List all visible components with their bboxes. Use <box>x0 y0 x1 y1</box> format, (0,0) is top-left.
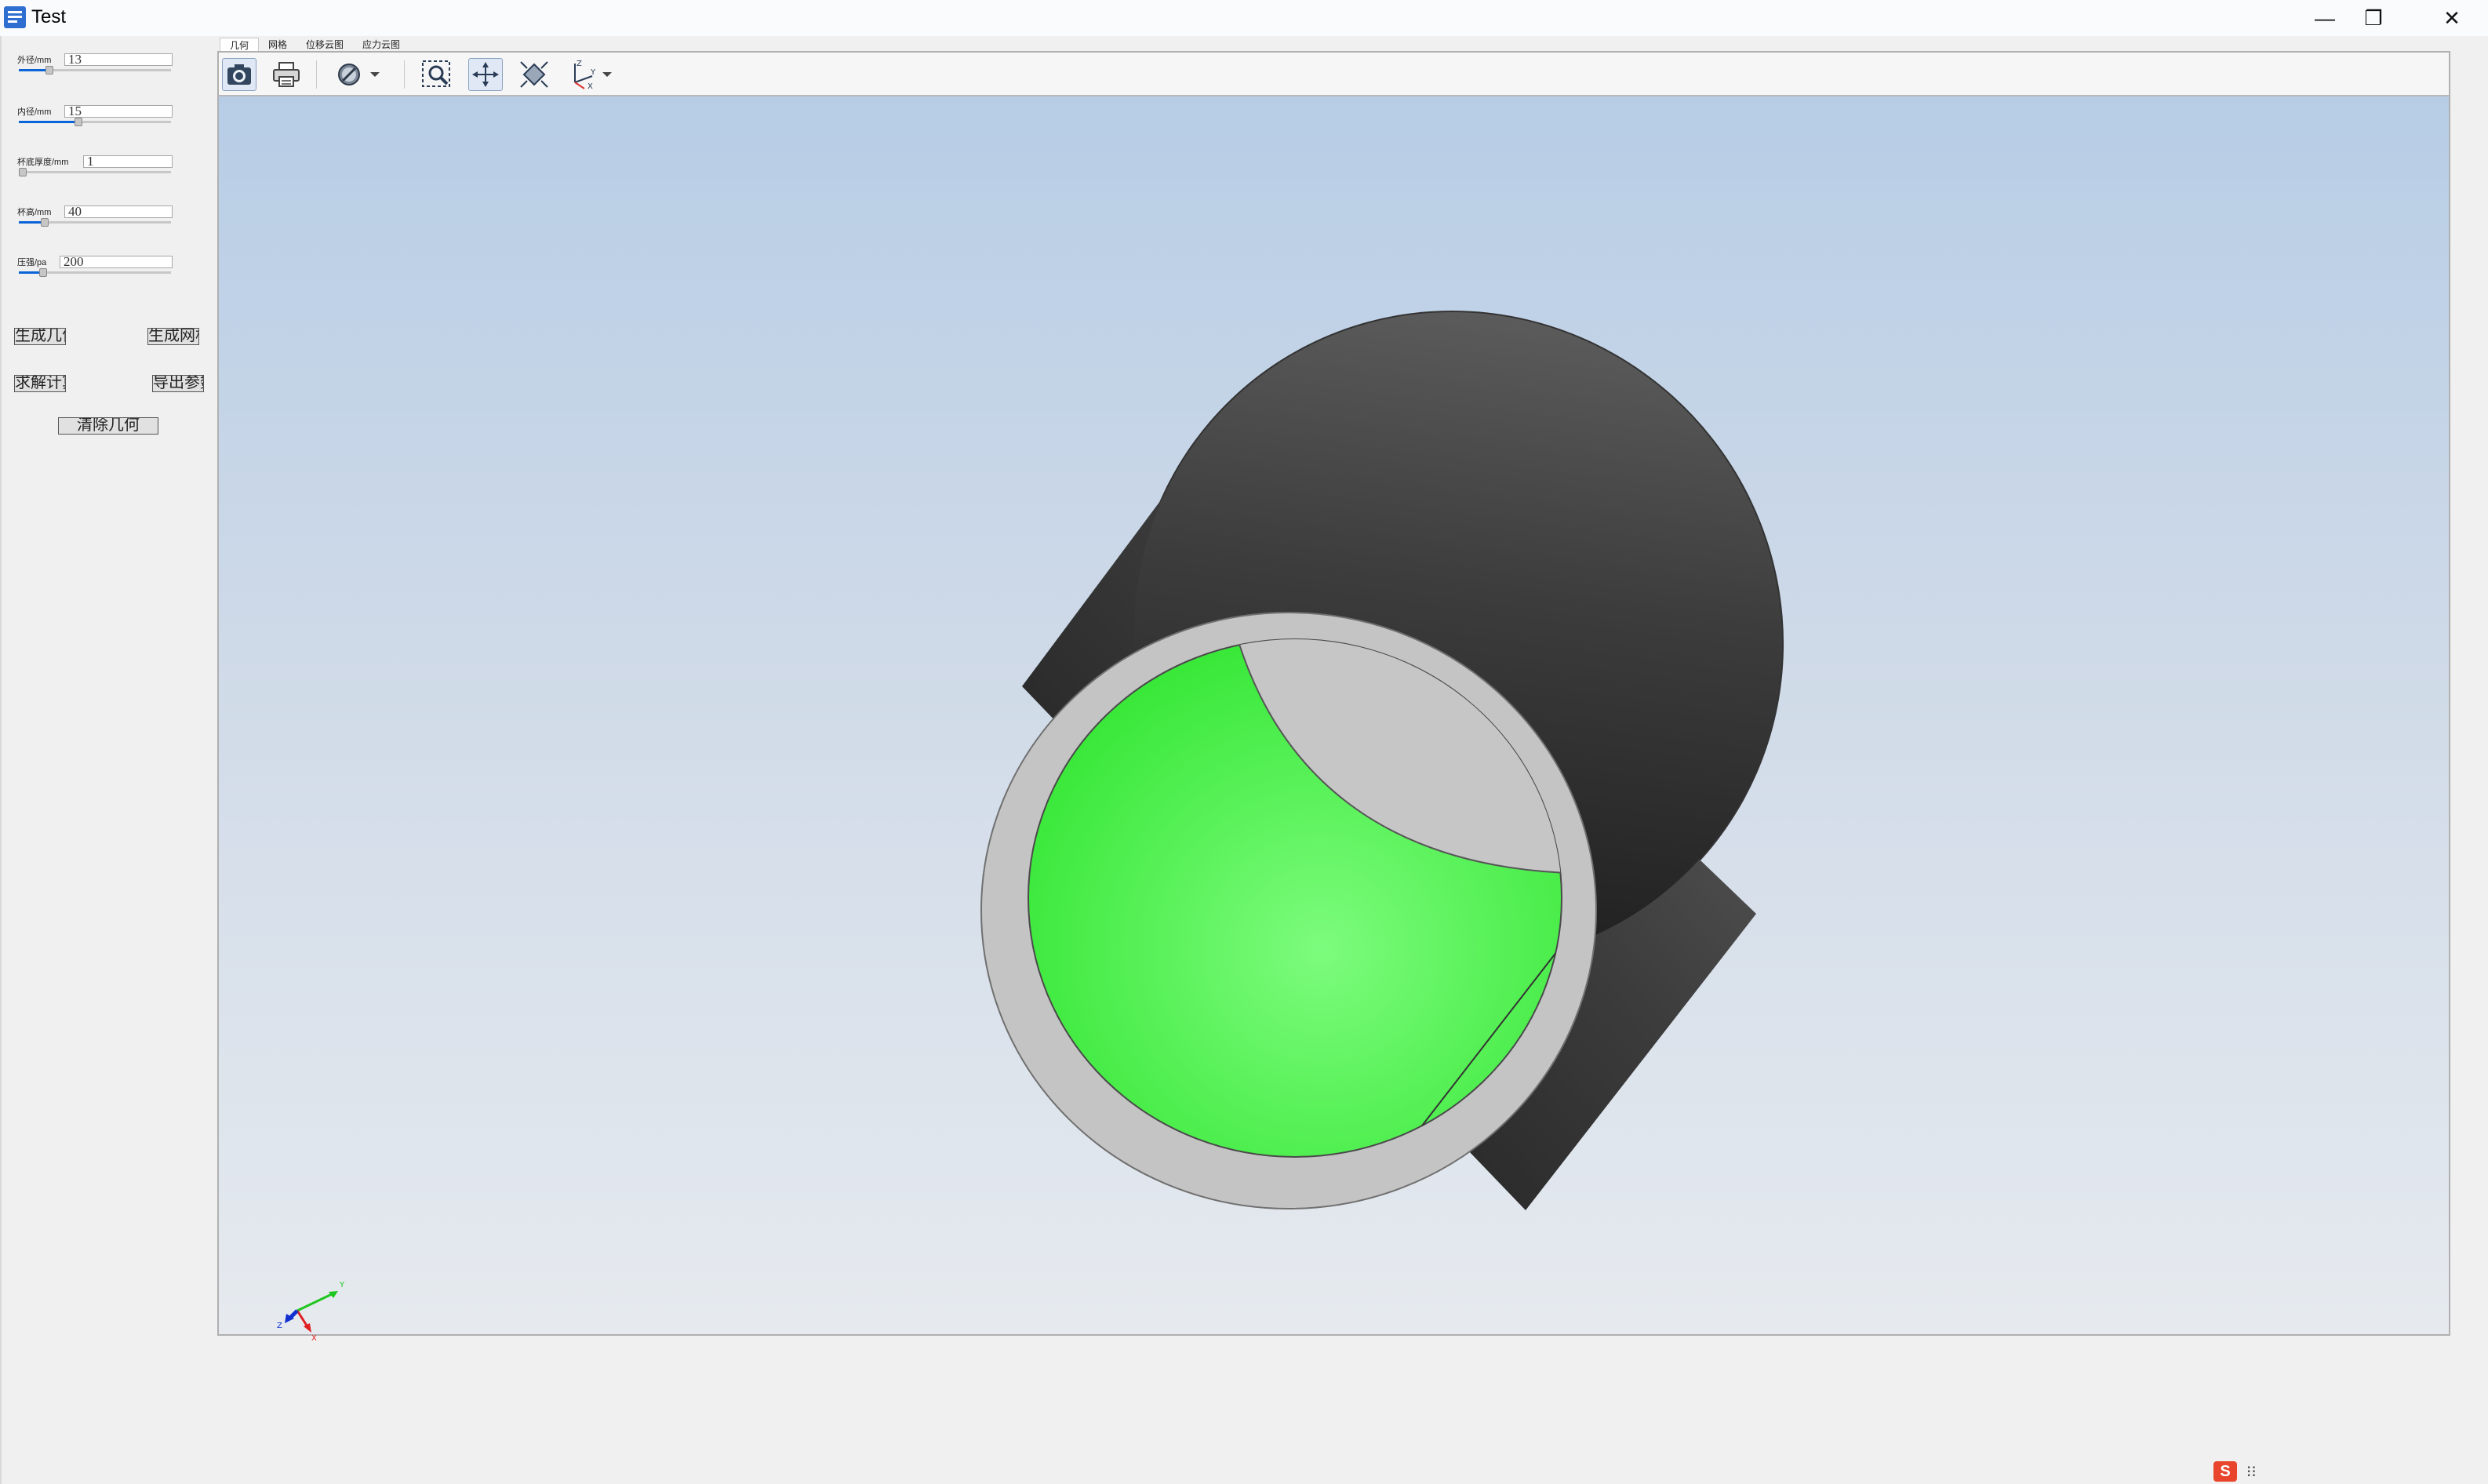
toolbar-separator <box>316 60 317 89</box>
system-tray: S ⁝⁝ <box>2213 1460 2257 1482</box>
printer-icon <box>273 62 300 87</box>
outer-diameter-input[interactable]: 13 <box>64 53 173 66</box>
app-icon <box>4 6 26 28</box>
3d-viewport[interactable]: Y X Z <box>219 96 2449 1343</box>
pressure-input[interactable]: 200 <box>60 256 173 268</box>
display-mode-icon <box>338 64 360 85</box>
view-tabs: 几何 网格 位移云图 应力云图 <box>220 38 409 52</box>
bottom-thickness-label: 杯底厚度/mm <box>17 158 69 167</box>
view-axes-icon: Z Y X <box>574 60 596 90</box>
outer-diameter-slider[interactable] <box>19 66 171 75</box>
view-orientation-button[interactable]: Z Y X <box>564 58 620 91</box>
y-axis-line <box>296 1292 334 1312</box>
slider-handle[interactable] <box>39 268 47 277</box>
cylinder-model[interactable] <box>219 96 2449 1334</box>
window-title: Test <box>31 6 67 27</box>
svg-text:Y: Y <box>590 68 596 77</box>
export-params-button[interactable]: 导出参数 <box>152 375 204 392</box>
svg-text:Z: Z <box>577 60 582 68</box>
tray-extra-icon[interactable]: ⁝⁝ <box>2246 1462 2257 1482</box>
tab-displacement[interactable]: 位移云图 <box>296 38 353 52</box>
y-axis-label: Y <box>339 1281 345 1289</box>
outer-diameter-label: 外径/mm <box>17 56 52 65</box>
cup-height-slider[interactable] <box>19 218 171 227</box>
svg-text:X: X <box>587 82 593 90</box>
slider-handle[interactable] <box>41 218 49 227</box>
ime-icon[interactable]: S <box>2213 1461 2237 1482</box>
slider-handle[interactable] <box>75 118 82 126</box>
ime-icon-label: S <box>2220 1463 2231 1480</box>
restore-button[interactable]: ❐ <box>2337 0 2410 36</box>
zoom-window-button[interactable] <box>420 58 454 91</box>
x-axis-label: X <box>311 1334 317 1343</box>
3d-viewer: Z Y X Y X Z <box>217 51 2450 1343</box>
slider-handle[interactable] <box>45 66 53 75</box>
slider-handle[interactable] <box>19 168 27 176</box>
generate-mesh-button[interactable]: 生成网格 <box>147 328 199 345</box>
display-mode-button[interactable] <box>333 58 388 91</box>
zoom-window-icon <box>422 60 450 87</box>
print-button[interactable] <box>269 58 304 91</box>
parameter-panel: 外径/mm 13 内径/mm 15 杯底厚度/mm 1 杯高/mm 40 压强/… <box>0 36 216 1484</box>
toolbar-separator <box>404 60 405 89</box>
viewer-toolbar: Z Y X <box>219 53 2449 96</box>
pressure-slider[interactable] <box>19 268 171 277</box>
pan-icon <box>472 62 499 87</box>
clear-geometry-button[interactable]: 清除几何 <box>58 417 158 435</box>
tab-geometry[interactable]: 几何 <box>220 38 260 52</box>
inner-diameter-label: 内径/mm <box>17 107 52 117</box>
inner-diameter-slider[interactable] <box>19 118 171 126</box>
close-icon: ✕ <box>2443 5 2461 30</box>
chevron-down-icon <box>370 72 380 77</box>
close-button[interactable]: ✕ <box>2416 0 2488 36</box>
tab-stress[interactable]: 应力云图 <box>353 38 409 52</box>
z-axis-label: Z <box>277 1322 282 1330</box>
inner-diameter-input[interactable]: 15 <box>64 105 173 118</box>
slider-fill <box>19 121 78 123</box>
bottom-thickness-slider[interactable] <box>19 168 171 176</box>
calculate-button[interactable]: 求解计算 <box>14 375 66 392</box>
generate-geometry-button[interactable]: 生成几何 <box>14 328 66 345</box>
restore-icon: ❐ <box>2364 5 2383 30</box>
tab-mesh[interactable]: 网格 <box>259 38 296 52</box>
title-bar: Test — ❐ ✕ <box>0 0 2488 36</box>
chevron-down-icon <box>602 72 612 77</box>
fit-all-icon <box>520 61 548 88</box>
screenshot-button[interactable] <box>222 58 256 91</box>
bottom-thickness-input[interactable]: 1 <box>83 155 173 168</box>
axis-triad: Y X Z <box>277 1281 345 1343</box>
pressure-label: 压强/pa <box>17 258 47 267</box>
minimize-icon: — <box>2315 5 2335 30</box>
pan-button[interactable] <box>468 58 503 91</box>
cup-height-label: 杯高/mm <box>17 208 52 217</box>
cup-height-input[interactable]: 40 <box>64 206 173 218</box>
camera-icon <box>227 64 251 85</box>
fit-all-button[interactable] <box>517 58 551 91</box>
